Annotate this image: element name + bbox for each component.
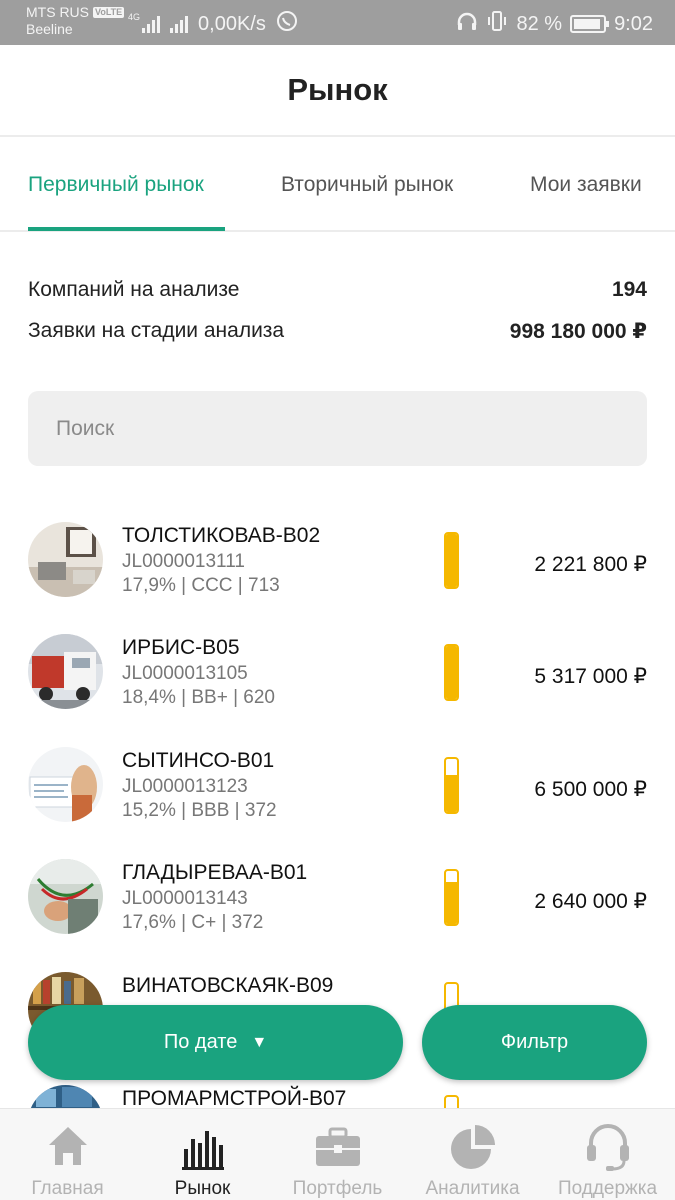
headphones-icon xyxy=(456,11,478,37)
stat-requests-value: 998 180 000 ₽ xyxy=(509,320,647,343)
battery-percent: 82 % xyxy=(516,12,563,35)
search-placeholder: Поиск xyxy=(56,416,115,440)
stat-requests-label: Заявки на стадии анализа xyxy=(28,319,285,342)
nav-market-label: Рынок xyxy=(174,1178,231,1199)
nav-analytics[interactable]: Аналитика xyxy=(405,1109,540,1200)
stat-requests: Заявки на стадии анализа 998 180 000 ₽ xyxy=(28,319,647,344)
truck-image xyxy=(28,634,103,709)
tab-my-requests[interactable]: Мои заявки xyxy=(530,173,642,197)
electrician-image xyxy=(28,859,103,934)
network-speed: 0,00K/s xyxy=(198,12,266,35)
nav-market[interactable]: Рынок xyxy=(135,1109,270,1200)
list-item[interactable]: ГЛАДЫРЕВАА-В01 JL0000013143 17,6% | C+ |… xyxy=(0,859,675,971)
nav-analytics-label: Аналитика xyxy=(425,1178,520,1199)
progress-gauge xyxy=(444,644,459,701)
nav-home[interactable]: Главная xyxy=(0,1109,135,1200)
item-meta: 17,6% | C+ | 372 xyxy=(122,912,264,933)
nav-support-label: Поддержка xyxy=(557,1178,658,1199)
item-code: JL0000013105 xyxy=(122,663,248,684)
briefcase-icon xyxy=(315,1127,360,1166)
bar-chart-icon xyxy=(181,1131,224,1170)
operator-info: MTS RUS VoLTE Beeline xyxy=(26,4,125,38)
item-amount: 2 640 000 ₽ xyxy=(534,890,647,913)
item-name: ТОЛСТИКОВАВ-В02 xyxy=(122,524,321,547)
system-status: 82 % 9:02 xyxy=(456,10,653,38)
nav-support[interactable]: Поддержка xyxy=(540,1109,675,1200)
item-amount: 5 317 000 ₽ xyxy=(534,665,647,688)
item-name: ГЛАДЫРЕВАА-В01 xyxy=(122,861,308,884)
operator-2: Beeline xyxy=(26,21,73,37)
home-icon xyxy=(48,1127,87,1165)
item-amount: 6 500 000 ₽ xyxy=(534,778,647,801)
active-tab-indicator xyxy=(28,227,225,231)
filter-button[interactable]: Фильтр xyxy=(422,1005,647,1080)
signal-icon xyxy=(142,15,161,33)
progress-gauge xyxy=(444,869,459,926)
network-info: 4G 0,00K/s xyxy=(128,10,298,38)
status-bar: MTS RUS VoLTE Beeline 4G 0,00K/s 82 % 9:… xyxy=(0,0,675,45)
item-code: JL0000013111 xyxy=(122,551,245,572)
item-name: ИРБИС-В05 xyxy=(122,636,240,659)
tab-secondary-market[interactable]: Вторичный рынок xyxy=(281,173,453,197)
operator-1: MTS RUS xyxy=(26,4,89,20)
volte-badge: VoLTE xyxy=(93,7,125,18)
signal-icon-2 xyxy=(170,15,189,33)
nav-portfolio[interactable]: Портфель xyxy=(270,1109,405,1200)
viber-icon xyxy=(276,10,298,38)
item-meta: 17,9% | CCC | 713 xyxy=(122,575,280,596)
item-meta: 18,4% | BB+ | 620 xyxy=(122,687,276,708)
item-amount: 2 221 800 ₽ xyxy=(534,553,647,576)
progress-gauge xyxy=(444,757,459,814)
filter-button-label: Фильтр xyxy=(500,1031,569,1053)
item-name: ВИНАТОВСКАЯК-В09 xyxy=(122,974,334,997)
progress-gauge xyxy=(444,532,459,589)
item-name: СЫТИНСО-В01 xyxy=(122,749,275,772)
sort-button-label: По дате xyxy=(163,1031,238,1053)
headset-icon xyxy=(586,1124,629,1171)
item-code: JL0000013143 xyxy=(122,888,248,909)
network-type: 4G xyxy=(128,12,141,22)
stat-companies-label: Компаний на анализе xyxy=(28,278,240,301)
clock: 9:02 xyxy=(614,12,653,35)
office-desk-image xyxy=(28,522,103,597)
list-item[interactable]: СЫТИНСО-В01 JL0000013123 15,2% | BBB | 3… xyxy=(0,747,675,859)
vibrate-icon xyxy=(486,10,508,38)
nav-home-label: Главная xyxy=(31,1178,104,1199)
nav-portfolio-label: Портфель xyxy=(292,1178,383,1199)
bottom-navigation: Главная Рынок Портфель Аналитика Поддерж… xyxy=(0,1108,675,1200)
documents-image xyxy=(28,747,103,822)
dropdown-arrow-icon: ▼ xyxy=(251,1033,268,1051)
sort-by-date-button[interactable]: По дате ▼ xyxy=(28,1005,403,1080)
battery-icon xyxy=(570,15,610,33)
pie-chart-icon xyxy=(450,1125,495,1169)
item-meta: 15,2% | BBB | 372 xyxy=(122,800,277,821)
stat-companies: Компаний на анализе 194 xyxy=(28,278,647,302)
page-title: Рынок xyxy=(287,72,388,107)
search-input[interactable]: Поиск xyxy=(28,391,647,466)
app-header: Рынок xyxy=(0,45,675,137)
item-code: JL0000013123 xyxy=(122,776,248,797)
stat-companies-value: 194 xyxy=(611,278,647,301)
list-item[interactable]: ИРБИС-В05 JL0000013105 18,4% | BB+ | 620… xyxy=(0,634,675,746)
tab-primary-market[interactable]: Первичный рынок xyxy=(28,173,204,197)
list-item[interactable]: ТОЛСТИКОВАВ-В02 JL0000013111 17,9% | CCC… xyxy=(0,522,675,634)
market-tabs: Первичный рынок Вторичный рынок Мои заяв… xyxy=(0,139,675,232)
